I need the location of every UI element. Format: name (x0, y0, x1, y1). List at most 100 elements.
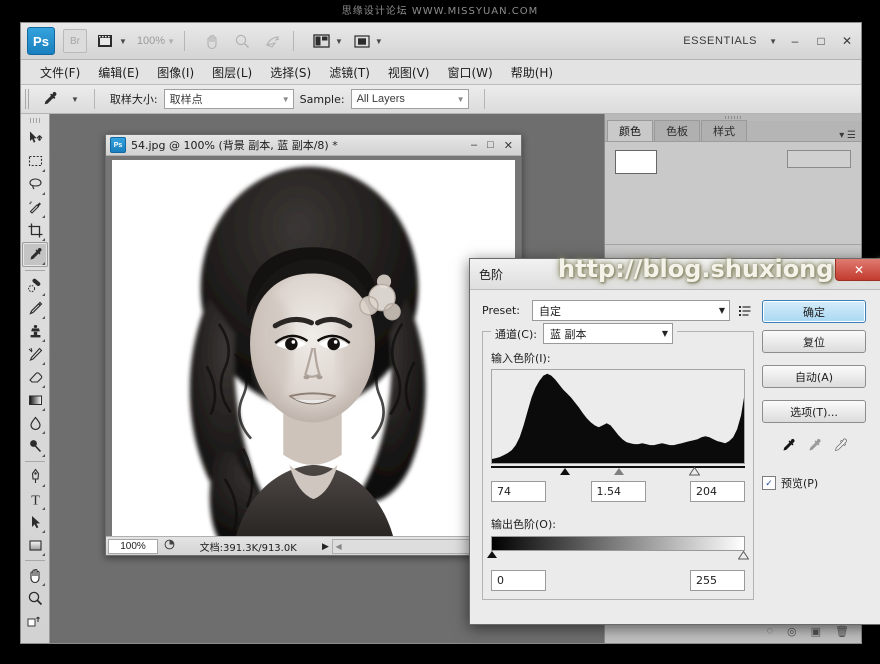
input-white-point-field[interactable]: 204 (690, 481, 745, 502)
history-brush-tool[interactable] (23, 343, 47, 366)
input-white-point-marker[interactable] (689, 467, 701, 476)
panel-menu-icon[interactable]: ▾ ☰ (839, 130, 861, 141)
window-maximize-button[interactable]: □ (813, 34, 829, 48)
output-levels-slider[interactable] (487, 551, 749, 560)
preview-checkbox-row[interactable]: ✓ 预览(P) (762, 475, 866, 491)
input-gamma-field[interactable]: 1.54 (590, 481, 646, 502)
healing-brush-tool[interactable] (23, 274, 47, 297)
healing-brush-tool-flyout-icon[interactable] (42, 293, 45, 296)
input-black-point-marker[interactable] (559, 468, 570, 475)
eyedropper-tool[interactable] (22, 242, 48, 267)
bridge-icon[interactable]: Br (63, 29, 87, 53)
sample-size-select[interactable]: 取样点 ▼ (163, 89, 294, 109)
brush-tool[interactable] (23, 297, 47, 320)
quick-selection-tool[interactable] (23, 196, 47, 219)
document-canvas[interactable] (106, 156, 521, 536)
tab-swatches[interactable]: 色板 (654, 120, 700, 141)
foreground-color-swatch[interactable] (615, 150, 657, 174)
preview-checkbox[interactable]: ✓ (762, 476, 776, 490)
tool-preset-chevron-down-icon[interactable]: ▼ (71, 95, 79, 104)
options-bar-grip[interactable] (25, 89, 31, 109)
history-brush-tool-flyout-icon[interactable] (42, 362, 45, 365)
rotate-view-tool-icon[interactable] (262, 30, 284, 52)
channel-select[interactable]: 蓝 副本 ▼ (542, 323, 673, 344)
document-close-button[interactable]: ✕ (504, 139, 513, 152)
pen-tool-flyout-icon[interactable] (42, 484, 45, 487)
blur-tool[interactable] (23, 412, 47, 435)
view-extras-chevron-down-icon[interactable]: ▼ (119, 37, 127, 46)
shape-tool[interactable] (23, 534, 47, 557)
pen-tool[interactable] (23, 465, 47, 488)
document-title-bar[interactable]: Ps 54.jpg @ 100% (背景 副本, 蓝 副本/8) * – □ ✕ (106, 135, 521, 156)
auto-button[interactable]: 自动(A) (762, 365, 866, 388)
brush-tool-flyout-icon[interactable] (42, 316, 45, 319)
clone-stamp-tool-flyout-icon[interactable] (42, 339, 45, 342)
workspace-chevron-down-icon[interactable]: ▼ (769, 37, 777, 46)
workspace-switcher[interactable]: ESSENTIALS ▼ – □ ✕ (683, 34, 855, 48)
clone-stamp-tool[interactable] (23, 320, 47, 343)
eraser-tool-flyout-icon[interactable] (42, 385, 45, 388)
image-portrait-grayscale[interactable] (112, 160, 515, 536)
delete-channel-icon[interactable]: 🗑 (835, 625, 849, 638)
window-close-button[interactable]: ✕ (839, 34, 855, 48)
output-black-point-marker[interactable] (487, 551, 497, 558)
hand-tool-flyout-icon[interactable] (42, 583, 45, 586)
menu-item-window[interactable]: 窗口(W) (438, 62, 501, 83)
menu-item-image[interactable]: 图像(I) (148, 62, 203, 83)
set-black-point-eyedropper-icon[interactable] (780, 437, 797, 459)
input-black-point-field[interactable]: 74 (491, 481, 546, 502)
lasso-tool-flyout-icon[interactable] (42, 192, 45, 195)
marquee-tool-flyout-icon[interactable] (42, 169, 45, 172)
arrange-documents-icon[interactable] (311, 30, 333, 52)
zoom-tool-icon[interactable] (232, 30, 254, 52)
input-levels-slider[interactable] (491, 466, 745, 476)
hand-tool[interactable] (23, 564, 47, 587)
quick-selection-tool-flyout-icon[interactable] (42, 215, 45, 218)
move-tool[interactable] (23, 127, 47, 150)
preset-select[interactable]: 自定 ▼ (532, 300, 730, 321)
new-channel-icon[interactable]: ▣ (811, 625, 821, 638)
input-gamma-marker[interactable] (614, 468, 625, 475)
type-tool[interactable]: T (23, 488, 47, 511)
set-gray-point-eyedropper-icon[interactable] (806, 437, 823, 459)
zoom-tool[interactable] (23, 587, 47, 610)
crop-tool[interactable] (23, 219, 47, 242)
dodge-tool[interactable] (23, 435, 47, 458)
document-proxy-preview-icon[interactable] (160, 539, 178, 553)
shape-tool-flyout-icon[interactable] (42, 553, 45, 556)
levels-dialog-title-bar[interactable]: 色阶 http://blog.shuxiong.net ✕ (470, 255, 880, 290)
view-extras-icon[interactable] (95, 30, 117, 52)
menu-item-view[interactable]: 视图(V) (379, 62, 439, 83)
document-zoom-field[interactable]: 100% (108, 538, 158, 554)
load-selection-icon[interactable]: ◌ (766, 625, 773, 637)
arrange-documents-chevron-down-icon[interactable]: ▼ (335, 37, 343, 46)
path-selection-tool-flyout-icon[interactable] (42, 530, 45, 533)
output-black-point-field[interactable]: 0 (491, 570, 546, 591)
levels-histogram[interactable] (491, 369, 745, 464)
dodge-tool-flyout-icon[interactable] (42, 454, 45, 457)
levels-dialog-close-button[interactable]: ✕ (835, 259, 880, 281)
screen-mode-icon[interactable] (351, 30, 373, 52)
sample-select[interactable]: All Layers ▼ (350, 89, 469, 109)
tools-panel-grip[interactable] (30, 118, 40, 123)
menu-item-file[interactable]: 文件(F) (31, 62, 89, 83)
gradient-tool[interactable] (23, 389, 47, 412)
menu-item-help[interactable]: 帮助(H) (502, 62, 562, 83)
set-white-point-eyedropper-icon[interactable] (832, 437, 849, 459)
eyedropper-tool-flyout-icon[interactable] (42, 262, 45, 265)
tab-styles[interactable]: 样式 (701, 120, 747, 141)
hand-tool-icon[interactable] (202, 30, 224, 52)
preset-options-menu-icon[interactable] (736, 302, 754, 320)
output-white-point-field[interactable]: 255 (690, 570, 745, 591)
screen-mode-chevron-down-icon[interactable]: ▼ (375, 37, 383, 46)
output-white-point-marker[interactable] (738, 551, 749, 560)
tab-color[interactable]: 颜色 (607, 120, 653, 141)
type-tool-flyout-icon[interactable] (42, 507, 45, 510)
eraser-tool[interactable] (23, 366, 47, 389)
marquee-tool[interactable] (23, 150, 47, 173)
save-selection-icon[interactable]: ◎ (787, 625, 797, 638)
gradient-tool-flyout-icon[interactable] (42, 408, 45, 411)
eyedropper-tool-icon[interactable] (37, 88, 63, 110)
lasso-tool[interactable] (23, 173, 47, 196)
foreground-background-color-swatches[interactable] (23, 610, 47, 633)
